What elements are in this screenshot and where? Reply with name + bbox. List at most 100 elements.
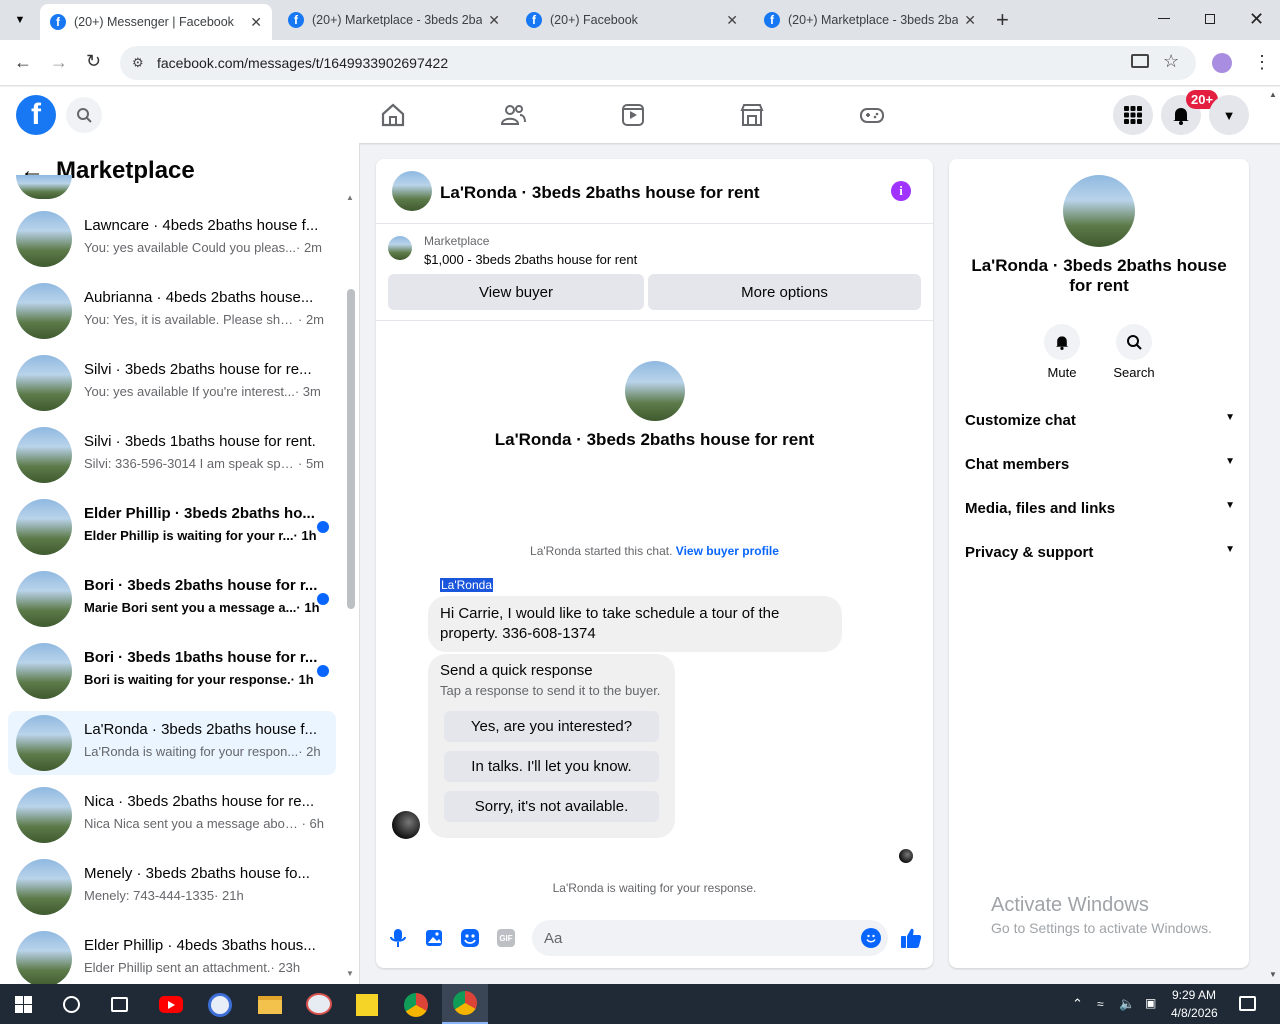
conversation-time: · 6h [301, 816, 324, 831]
conversation-item[interactable]: Elder Phillip · 4beds 3baths hous... Elde… [8, 927, 336, 984]
conversation-item[interactable]: Menely · 3beds 2baths house fo... Menely:… [8, 855, 336, 919]
show-hidden-icons[interactable]: ⌃ [1072, 996, 1083, 1012]
chat-header-avatar[interactable] [392, 171, 432, 211]
conversation-item[interactable]: Silvi · 3beds 1baths house for rent. Silv… [8, 423, 336, 487]
section-media-files-links[interactable]: Media, files and links ▼ [965, 500, 1235, 517]
seen-indicator-avatar [899, 849, 913, 863]
mute-button[interactable] [1044, 324, 1080, 360]
chrome-active-app-icon[interactable] [442, 984, 488, 1024]
info-icon[interactable]: i [891, 181, 911, 201]
emoji-button[interactable] [861, 928, 881, 948]
like-button[interactable] [899, 926, 923, 955]
network-icon[interactable]: ≈ [1097, 997, 1104, 1011]
listing-detail[interactable]: $1,000 - 3beds 2baths house for rent [424, 252, 637, 267]
sender-avatar[interactable] [392, 811, 420, 839]
tab-messenger[interactable]: f (20+) Messenger | Facebook ✕ [40, 4, 272, 40]
voice-clip-button[interactable] [389, 928, 407, 953]
account-button[interactable]: ▼ [1209, 95, 1249, 135]
partial-avatar [16, 175, 72, 199]
minimize-icon[interactable] [1158, 18, 1170, 19]
task-view-icon[interactable] [111, 997, 128, 1012]
nav-friends[interactable] [498, 100, 528, 130]
message-bubble[interactable]: Hi Carrie, I would like to take schedule… [428, 596, 842, 652]
gif-button[interactable]: GIF [497, 929, 515, 947]
conversation-item[interactable]: Silvi · 3beds 2baths house for re... You:… [8, 351, 336, 415]
facebook-favicon-icon: f [288, 12, 304, 28]
view-buyer-profile-link[interactable]: View buyer profile [676, 544, 779, 558]
close-window-icon[interactable]: ✕ [1249, 9, 1264, 30]
quick-response-yes[interactable]: Yes, are you interested? [444, 711, 659, 742]
nav-video[interactable] [618, 100, 648, 130]
new-tab-button[interactable]: + [996, 7, 1009, 33]
section-privacy-support[interactable]: Privacy & support ▼ [965, 544, 1235, 561]
conversation-item[interactable]: Elder Phillip · 3beds 2baths ho... Elder … [8, 495, 336, 559]
sticker-button[interactable] [460, 928, 480, 953]
conversation-item[interactable]: Bori · 3beds 2baths house for r... Marie … [8, 567, 336, 631]
nav-gaming[interactable] [857, 100, 887, 130]
restore-icon[interactable] [1205, 14, 1215, 24]
message-input[interactable] [532, 920, 888, 956]
youtube-app-icon[interactable] [159, 996, 183, 1013]
facebook-logo[interactable]: f [16, 95, 56, 135]
nav-marketplace[interactable] [737, 100, 767, 130]
reload-icon[interactable]: ↻ [86, 51, 101, 72]
bell-icon [1173, 108, 1189, 125]
back-icon[interactable]: ← [14, 52, 32, 73]
bookmark-star-icon[interactable]: ☆ [1163, 51, 1179, 72]
profile-avatar[interactable] [625, 361, 685, 421]
close-tab-icon[interactable]: ✕ [964, 12, 976, 29]
tab-search-button[interactable]: ▼ [8, 8, 32, 32]
close-tab-icon[interactable]: ✕ [726, 12, 738, 29]
page-scroll-up-icon[interactable]: ▲ [1269, 90, 1277, 99]
section-chat-members[interactable]: Chat members ▼ [965, 456, 1235, 473]
info-avatar[interactable] [1063, 175, 1135, 247]
search-button[interactable] [66, 97, 102, 133]
conversation-item[interactable]: Lawncare · 4beds 2baths house f... You: y… [8, 207, 336, 271]
scroll-down-icon[interactable]: ▼ [346, 969, 354, 978]
tab-marketplace-1[interactable]: f (20+) Marketplace - 3beds 2bat ✕ [278, 0, 510, 40]
tab-facebook[interactable]: f (20+) Facebook ✕ [516, 0, 748, 40]
profile-avatar-icon[interactable] [1212, 53, 1232, 73]
clock-date[interactable]: 4/8/2026 [1171, 1006, 1218, 1020]
view-buyer-button[interactable]: View buyer [388, 274, 644, 310]
browser-menu-icon[interactable]: ⋮ [1253, 52, 1271, 73]
start-button[interactable] [15, 996, 32, 1018]
friends-icon [500, 105, 526, 125]
nav-home[interactable] [378, 100, 408, 130]
page-scroll-down-icon[interactable]: ▼ [1269, 970, 1277, 979]
file-explorer-icon[interactable] [258, 996, 282, 1014]
notification-center-icon[interactable] [1239, 996, 1256, 1011]
sticky-notes-icon[interactable] [356, 994, 378, 1016]
attach-photo-button[interactable] [425, 928, 443, 953]
scrollbar-thumb[interactable] [347, 289, 355, 609]
conversation-item[interactable]: Nica · 3beds 2baths house for re... Nica … [8, 783, 336, 847]
more-options-button[interactable]: More options [648, 274, 921, 310]
conversation-item[interactable]: Bori · 3beds 1baths house for r... Bori i… [8, 639, 336, 703]
volume-icon[interactable]: 🔈 [1119, 996, 1135, 1012]
scroll-up-icon[interactable]: ▲ [346, 193, 354, 202]
quick-response-in-talks[interactable]: In talks. I'll let you know. [444, 751, 659, 782]
chevron-down-icon: ▼ [1225, 456, 1235, 467]
search-conversation-button[interactable] [1116, 324, 1152, 360]
cortana-search-icon[interactable] [63, 996, 80, 1013]
chat-title[interactable]: La'Ronda · 3beds 2baths house for rent [440, 183, 760, 203]
site-info-icon[interactable]: ⚙ [132, 55, 144, 71]
clock-time[interactable]: 9:29 AM [1172, 988, 1216, 1002]
quick-response-not-available[interactable]: Sorry, it's not available. [444, 791, 659, 822]
chrome-app-icon[interactable] [404, 993, 428, 1017]
meet-now-icon[interactable]: ▣ [1145, 996, 1156, 1010]
conversation-preview: You: yes available If you're interest...… [84, 384, 324, 399]
conversation-item[interactable]: La'Ronda · 3beds 2baths house f... La'Ron… [8, 711, 336, 775]
listing-thumbnail[interactable] [388, 236, 412, 260]
security-app-icon[interactable] [208, 993, 232, 1017]
url-text[interactable]: facebook.com/messages/t/1649933902697422 [157, 55, 448, 71]
close-tab-icon[interactable]: ✕ [488, 12, 500, 29]
install-app-icon[interactable] [1131, 54, 1149, 68]
paint-app-icon[interactable] [306, 993, 332, 1015]
conversation-item[interactable]: Aubrianna · 4beds 2baths house... You: Ye… [8, 279, 336, 343]
forward-icon[interactable]: → [50, 52, 68, 73]
tab-marketplace-2[interactable]: f (20+) Marketplace - 3beds 2bat ✕ [754, 0, 986, 40]
menu-button[interactable] [1113, 95, 1153, 135]
close-tab-icon[interactable]: ✕ [250, 14, 262, 31]
section-customize-chat[interactable]: Customize chat ▼ [965, 412, 1235, 429]
